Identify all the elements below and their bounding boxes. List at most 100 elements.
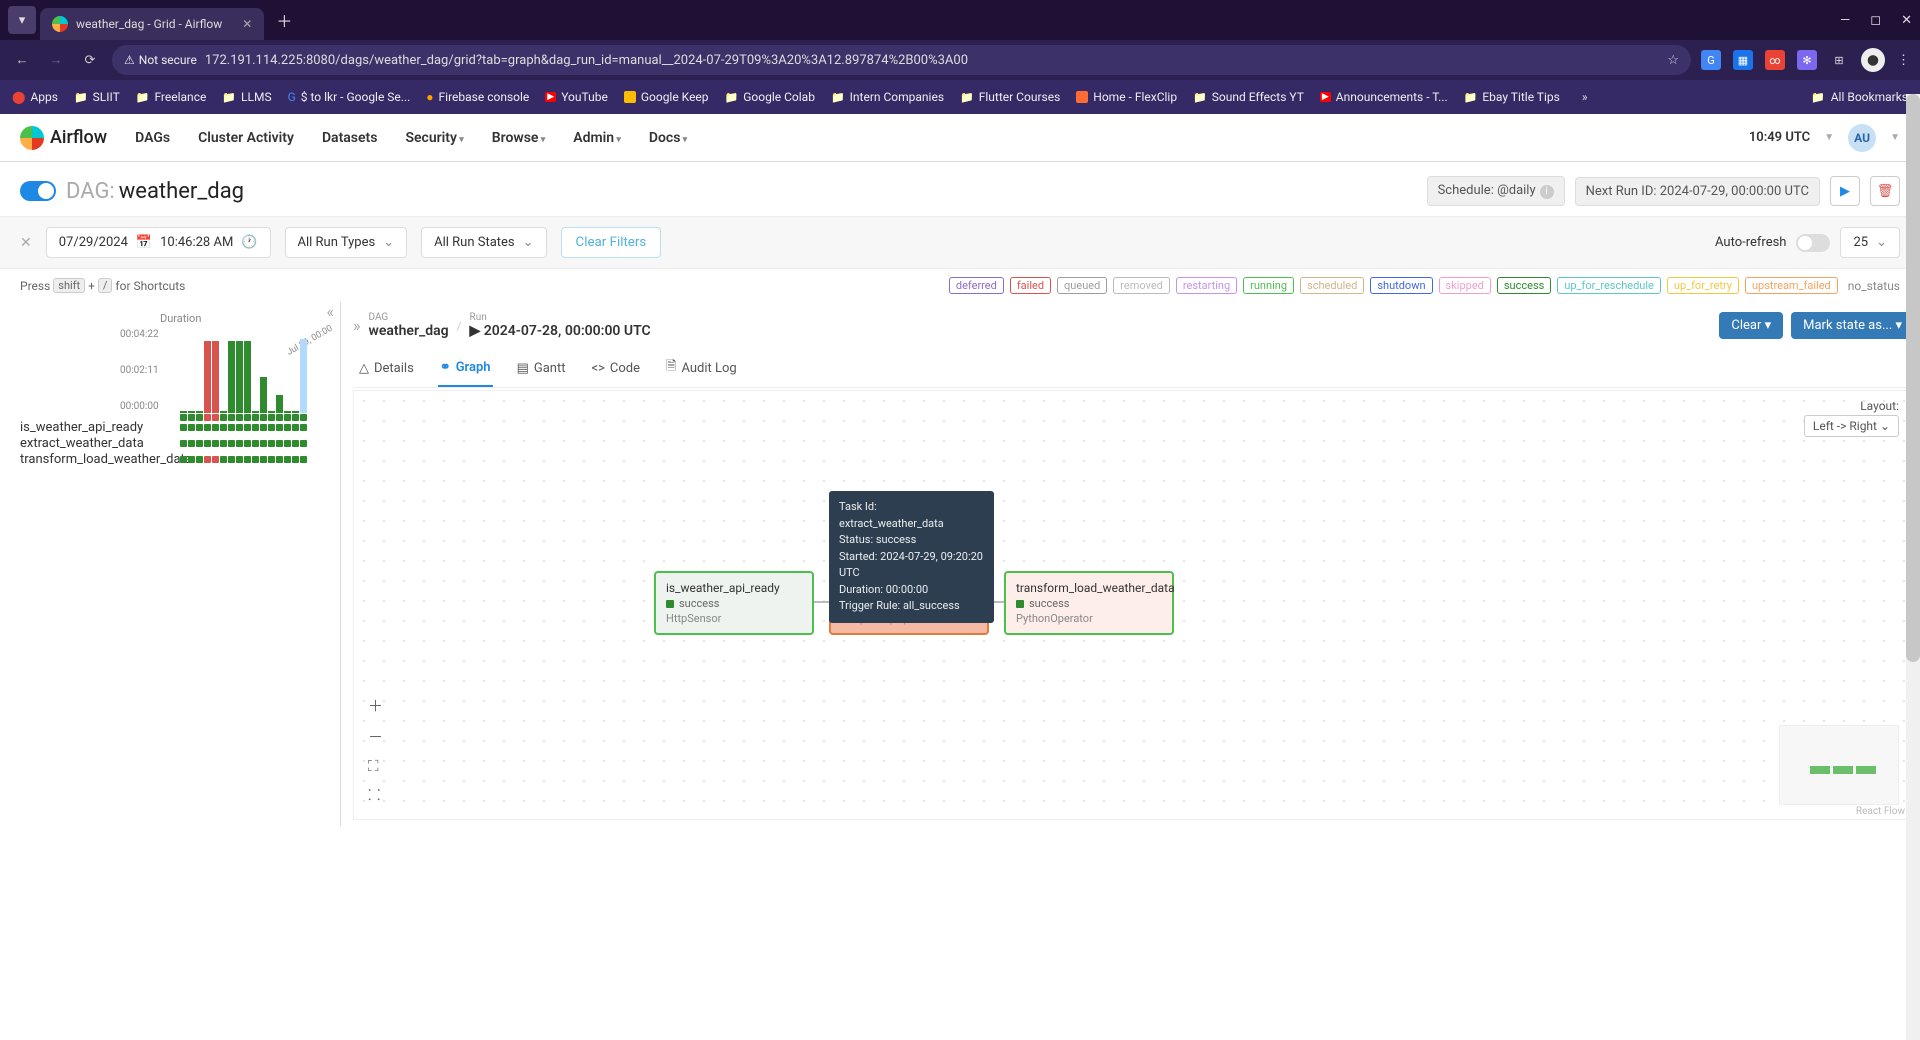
nav-browse[interactable]: Browse [492, 130, 546, 146]
bookmark-item[interactable]: G$ to lkr - Google Se... [288, 90, 411, 104]
task-instance-cell[interactable] [260, 424, 267, 431]
task-instance-cell[interactable] [188, 456, 195, 463]
fit-view-icon[interactable]: ⛶ [368, 757, 383, 775]
run-status-dot[interactable] [252, 414, 259, 421]
breadcrumb-run[interactable]: ▶ 2024-07-28, 00:00:00 UTC [470, 323, 651, 339]
run-bar[interactable] [260, 377, 267, 413]
breadcrumb-dag[interactable]: weather_dag [369, 323, 449, 339]
extension-icon[interactable]: ▦ [1733, 50, 1753, 70]
bookmark-folder[interactable]: LLMS [222, 90, 271, 104]
bookmark-item[interactable]: Google Keep [624, 90, 709, 104]
run-bar[interactable] [204, 341, 211, 413]
run-bar[interactable] [292, 411, 299, 413]
task-instance-cell[interactable] [236, 456, 243, 463]
legend-upstream_failed[interactable]: upstream_failed [1745, 277, 1838, 294]
bookmark-item[interactable]: ●Firebase console [426, 90, 529, 104]
task-row[interactable]: is_weather_api_ready [20, 419, 332, 435]
bookmark-folder[interactable]: Flutter Courses [960, 90, 1060, 104]
task-instance-cell[interactable] [180, 456, 187, 463]
task-instance-cell[interactable] [180, 424, 187, 431]
task-instance-cell[interactable] [204, 424, 211, 431]
task-instance-cell[interactable] [196, 424, 203, 431]
task-instance-cell[interactable] [212, 440, 219, 447]
minimize-icon[interactable]: ― [1840, 13, 1850, 28]
run-bar[interactable] [284, 411, 291, 413]
extension-icon[interactable]: ∞ [1765, 50, 1785, 70]
run-bar[interactable] [252, 411, 259, 413]
task-instance-cell[interactable] [244, 424, 251, 431]
task-instance-cell[interactable] [188, 440, 195, 447]
task-instance-cell[interactable] [244, 440, 251, 447]
task-instance-cell[interactable] [276, 456, 283, 463]
legend-shutdown[interactable]: shutdown [1370, 277, 1432, 294]
task-instance-cell[interactable] [292, 424, 299, 431]
run-status-dot[interactable] [268, 414, 275, 421]
legend-restarting[interactable]: restarting [1176, 277, 1237, 294]
legend-success[interactable]: success [1497, 277, 1551, 294]
delete-dag-button[interactable]: 🗑 [1870, 176, 1900, 206]
url-input[interactable]: ⚠ Not secure 172.191.114.225:8080/dags/w… [112, 45, 1691, 75]
nav-security[interactable]: Security [405, 130, 463, 146]
layout-select[interactable]: Left -> Right ⌄ [1804, 415, 1899, 437]
run-types-select[interactable]: All Run Types ⌄ [285, 227, 408, 258]
run-states-select[interactable]: All Run States ⌄ [421, 227, 546, 258]
back-button[interactable]: ← [10, 52, 34, 68]
task-instance-cell[interactable] [252, 456, 259, 463]
forward-button[interactable]: → [44, 52, 68, 68]
run-bar[interactable] [228, 341, 235, 413]
task-instance-cell[interactable] [284, 424, 291, 431]
nav-cluster-activity[interactable]: Cluster Activity [198, 130, 294, 146]
tab-graph[interactable]: ⚭ Graph [438, 349, 493, 387]
run-status-dot[interactable] [236, 414, 243, 421]
tab-details[interactable]: △ Details [357, 349, 416, 387]
task-instance-cell[interactable] [300, 440, 307, 447]
bookmarks-overflow[interactable]: » [1582, 90, 1588, 104]
task-instance-cell[interactable] [236, 440, 243, 447]
task-instance-cell[interactable] [300, 456, 307, 463]
run-bar[interactable] [268, 411, 275, 413]
nav-docs[interactable]: Docs [649, 130, 687, 146]
legend-scheduled[interactable]: scheduled [1300, 277, 1364, 294]
graph-canvas[interactable]: Layout: Left -> Right ⌄ is_weather_api_r… [353, 390, 1914, 820]
clear-button[interactable]: Clear ▾ [1719, 312, 1783, 339]
profile-avatar[interactable]: ⬤ [1861, 48, 1885, 72]
task-instance-cell[interactable] [212, 424, 219, 431]
run-status-dot[interactable] [220, 414, 227, 421]
task-instance-cell[interactable] [284, 440, 291, 447]
nav-admin[interactable]: Admin [573, 130, 621, 146]
run-status-dot[interactable] [212, 414, 219, 421]
bookmark-item[interactable]: ▶Announcements - T... [1320, 90, 1448, 104]
nav-datasets[interactable]: Datasets [322, 130, 378, 146]
mark-state-button[interactable]: Mark state as... ▾ [1791, 312, 1914, 339]
run-bar[interactable] [188, 411, 195, 413]
task-row[interactable]: transform_load_weather_data [20, 451, 332, 467]
run-bar[interactable] [220, 411, 227, 413]
bookmark-folder[interactable]: Sound Effects YT [1193, 90, 1304, 104]
tab-code[interactable]: <> Code [589, 349, 642, 387]
bookmark-folder[interactable]: Freelance [136, 90, 207, 104]
task-instance-cell[interactable] [204, 440, 211, 447]
trigger-dag-button[interactable]: ▶ [1830, 176, 1860, 206]
tab-gantt[interactable]: ▤ Gantt [515, 349, 568, 387]
run-status-dot[interactable] [276, 414, 283, 421]
run-bar[interactable] [236, 341, 243, 413]
bookmark-folder[interactable]: SLIIT [74, 90, 120, 104]
tab-search-button[interactable]: ▾ [8, 6, 36, 34]
run-status-dot[interactable] [300, 414, 307, 421]
run-status-dot[interactable] [188, 414, 195, 421]
task-instance-cell[interactable] [292, 440, 299, 447]
run-bar[interactable] [180, 411, 187, 413]
run-bar[interactable] [300, 339, 307, 413]
run-status-dot[interactable] [204, 414, 211, 421]
task-instance-cell[interactable] [196, 440, 203, 447]
collapse-sidebar-icon[interactable]: « [326, 302, 334, 321]
airflow-logo[interactable]: Airflow [20, 126, 107, 150]
extension-icon[interactable]: G [1701, 50, 1721, 70]
bookmark-item[interactable]: Home - FlexClip [1076, 90, 1177, 104]
task-instance-cell[interactable] [284, 456, 291, 463]
legend-skipped[interactable]: skipped [1439, 277, 1491, 294]
task-instance-cell[interactable] [228, 456, 235, 463]
task-instance-cell[interactable] [212, 456, 219, 463]
task-instance-cell[interactable] [260, 456, 267, 463]
run-status-dot[interactable] [260, 414, 267, 421]
